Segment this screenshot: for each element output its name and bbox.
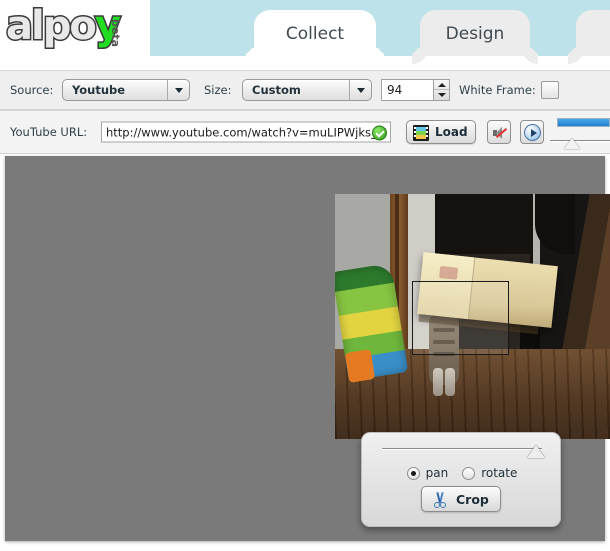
app-logo[interactable]: alpoy beta — [4, 2, 150, 53]
logo-wordmark: alpoy — [5, 2, 123, 51]
zoom-slider-thumb[interactable] — [527, 445, 545, 458]
chevron-down-icon — [167, 80, 189, 100]
mode-radio-group: pan rotate — [362, 463, 562, 483]
youtube-url-label: YouTube URL: — [10, 125, 88, 139]
zoom-slider-track — [382, 448, 542, 450]
mode-option-rotate[interactable]: rotate — [462, 466, 517, 480]
video-progress-fill — [558, 119, 609, 126]
radio-pan-icon[interactable] — [406, 466, 420, 480]
logo-beta-badge: beta — [109, 19, 122, 48]
crop-button[interactable]: Crop — [421, 486, 501, 512]
tab-collect-label: Collect — [285, 24, 345, 44]
play-circle-icon — [524, 124, 541, 141]
seek-track — [550, 140, 610, 142]
source-toolbar: Source: Youtube Size: Custom 94 White Fr… — [0, 70, 610, 110]
chevron-down-icon — [349, 80, 371, 100]
stepper-down-icon[interactable] — [434, 90, 449, 100]
radio-rotate-icon[interactable] — [462, 466, 476, 480]
mode-rotate-label: rotate — [481, 466, 518, 480]
white-frame-label: White Frame: — [459, 83, 536, 97]
play-button[interactable] — [520, 120, 544, 144]
film-strip-icon — [413, 125, 429, 141]
size-dropdown-value: Custom — [252, 83, 301, 97]
mode-pan-label: pan — [425, 466, 449, 480]
source-label: Source: — [10, 83, 54, 97]
stepper-up-icon[interactable] — [434, 80, 449, 90]
app-header: alpoy beta Collect Design — [0, 0, 610, 70]
header-underline — [0, 56, 610, 70]
seek-thumb[interactable] — [564, 138, 580, 149]
source-dropdown[interactable]: Youtube — [62, 79, 190, 101]
scene-orange-block — [344, 349, 376, 383]
crop-button-label: Crop — [456, 492, 489, 507]
source-dropdown-value: Youtube — [72, 83, 126, 97]
size-dropdown[interactable]: Custom — [242, 79, 372, 101]
tab-design-label: Design — [445, 24, 505, 44]
crop-control-panel: pan rotate Crop — [361, 432, 561, 527]
white-frame-checkbox[interactable] — [541, 81, 559, 99]
check-circle-icon — [372, 125, 387, 141]
youtube-url-input[interactable]: http://www.youtube.com/watch?v=muLIPWjks… — [101, 121, 391, 143]
load-button-label: Load — [435, 125, 468, 139]
size-label: Size: — [204, 83, 232, 97]
video-progress-bar[interactable] — [557, 118, 610, 127]
tab-collect[interactable]: Collect — [254, 10, 376, 56]
logo-text-main: alpo — [5, 2, 99, 51]
zoom-slider[interactable] — [382, 443, 545, 459]
tab-design[interactable]: Design — [420, 10, 530, 56]
scissors-icon — [432, 492, 448, 508]
tab-overflow[interactable] — [576, 10, 610, 56]
youtube-url-value: http://www.youtube.com/watch?v=muLIPWjks… — [106, 125, 387, 140]
size-number-value: 94 — [387, 83, 403, 97]
url-toolbar: YouTube URL: http://www.youtube.com/watc… — [0, 110, 610, 154]
size-number-stepper[interactable] — [433, 79, 450, 101]
alpoy-app-window: alpoy beta Collect Design Source: Youtub… — [0, 0, 610, 551]
crop-selection-rect[interactable] — [412, 281, 509, 355]
speaker-mute-icon — [493, 127, 508, 139]
mute-button[interactable] — [487, 120, 511, 144]
video-seek-slider[interactable] — [550, 136, 610, 150]
size-number-input[interactable]: 94 — [381, 79, 433, 101]
mode-option-pan[interactable]: pan — [406, 466, 449, 480]
load-button[interactable]: Load — [406, 120, 476, 144]
